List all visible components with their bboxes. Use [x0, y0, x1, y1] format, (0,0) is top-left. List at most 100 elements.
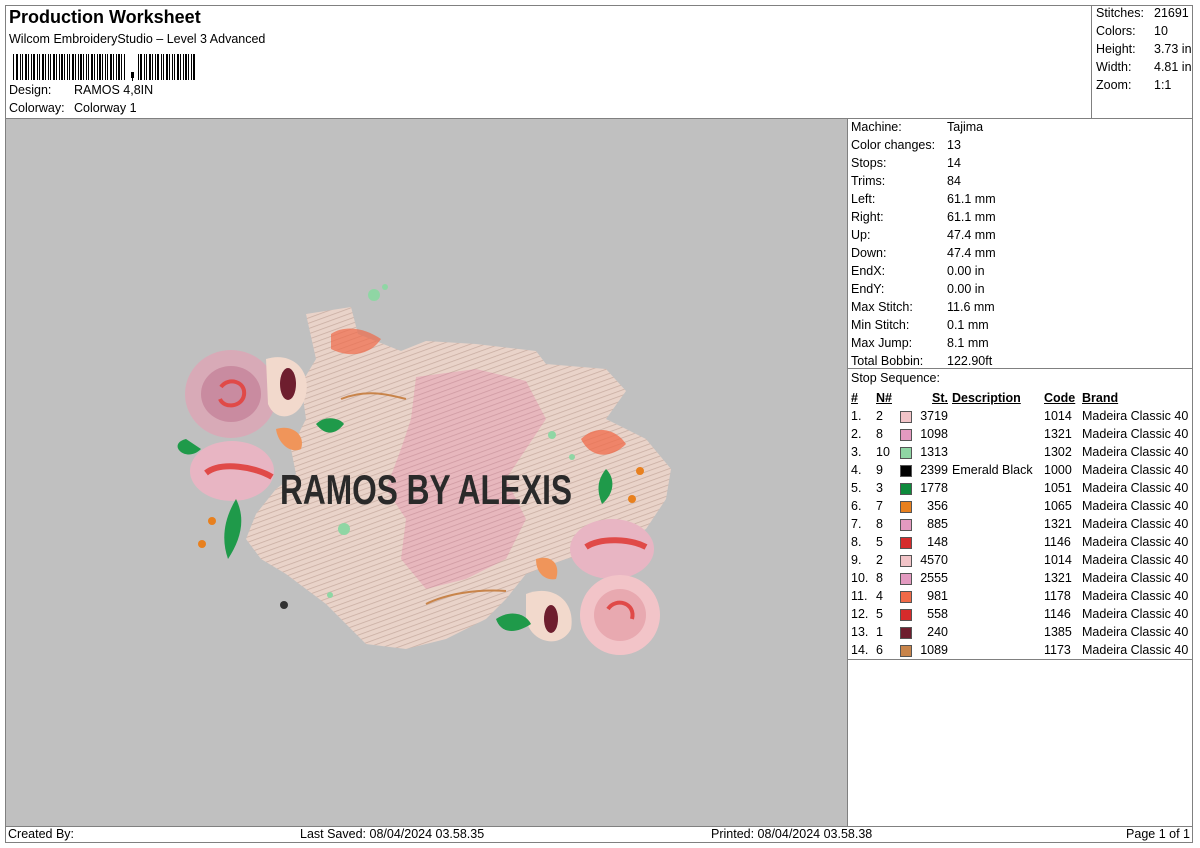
row-stitches-cell: 3719: [900, 407, 952, 425]
row-stitches-cell: 558: [900, 605, 952, 623]
row-num: 4.: [851, 462, 862, 477]
info-row: Machine: Tajima: [851, 119, 1191, 137]
row-code: 1014: [1044, 408, 1072, 423]
row-num: 2.: [851, 426, 862, 441]
info-value: 11.6 mm: [947, 300, 995, 314]
barcode-image: [13, 54, 195, 81]
page-number: Page 1 of 1: [1126, 827, 1190, 841]
machine-info-panel: Machine: Tajima Color changes: 13 Stops: 14…: [851, 119, 1191, 371]
stat-colors: Colors: 10: [1096, 24, 1168, 38]
info-label: Max Jump:: [851, 336, 913, 350]
color-swatch-icon: [900, 608, 912, 621]
info-value: 122.90ft: [947, 354, 993, 368]
splash-dot: [338, 523, 350, 535]
table-row: 1. 2 3719 1014 Madeira Classic 40: [849, 407, 1192, 425]
stray-stitch: [280, 601, 288, 609]
info-row: Trims: 84: [851, 173, 1191, 191]
info-row: Up: 47.4 mm: [851, 227, 1191, 245]
info-value: 47.4 mm: [947, 228, 996, 242]
row-brand: Madeira Classic 40: [1082, 642, 1189, 657]
splash-dot: [327, 592, 333, 598]
info-row: Max Stitch: 11.6 mm: [851, 299, 1191, 317]
table-row: 14. 6 1089 1173 Madeira Classic 40: [849, 641, 1192, 659]
row-description: [952, 515, 1044, 533]
color-swatch-icon: [900, 500, 912, 513]
color-swatch-icon: [900, 536, 912, 549]
stat-stitches: Stitches: 21691: [1096, 6, 1189, 20]
stat-value: 3.73 in: [1154, 42, 1192, 56]
splash-dot: [548, 431, 556, 439]
table-row: 8. 5 148 1146 Madeira Classic 40: [849, 533, 1192, 551]
row-brand: Madeira Classic 40: [1082, 570, 1189, 585]
row-description: [952, 479, 1044, 497]
row-stitches: 4570: [920, 552, 948, 567]
info-row: Left: 61.1 mm: [851, 191, 1191, 209]
table-row: 4. 9 2399 Emerald Black 1000 Madeira Classic …: [849, 461, 1192, 479]
last-saved: Last Saved: 08/04/2024 03.58.35: [300, 827, 485, 841]
info-value: 13: [947, 138, 961, 152]
row-description: [952, 533, 1044, 551]
design-label: Design:: [9, 83, 52, 97]
info-label: Machine:: [851, 120, 902, 134]
row-brand: Madeira Classic 40: [1082, 606, 1189, 621]
colorway-row: Colorway: Colorway 1: [9, 101, 137, 115]
col-num: #: [851, 390, 858, 405]
row-num: 8.: [851, 534, 862, 549]
row-brand: Madeira Classic 40: [1082, 498, 1189, 513]
info-label: Stops:: [851, 156, 887, 170]
row-needle: 4: [876, 588, 883, 603]
row-code: 1321: [1044, 426, 1072, 441]
row-needle: 8: [876, 516, 883, 531]
row-stitches: 2555: [920, 570, 948, 585]
row-stitches: 1089: [920, 642, 948, 657]
stat-value: 4.81 in: [1154, 60, 1192, 74]
color-swatch-icon: [900, 644, 912, 657]
table-row: 10. 8 2555 1321 Madeira Classic 40: [849, 569, 1192, 587]
info-row: Down: 47.4 mm: [851, 245, 1191, 263]
software-subtitle: Wilcom EmbroideryStudio – Level 3 Advanc…: [9, 32, 266, 46]
stat-zoom: Zoom: 1:1: [1096, 78, 1171, 92]
info-value: 0.00 in: [947, 264, 985, 278]
row-brand: Madeira Classic 40: [1082, 426, 1189, 441]
info-row: Min Stitch: 0.1 mm: [851, 317, 1191, 335]
row-num: 14.: [851, 642, 869, 657]
col-description: Description: [952, 390, 1021, 405]
table-row: 6. 7 356 1065 Madeira Classic 40: [849, 497, 1192, 515]
row-description: [952, 605, 1044, 623]
color-swatch-icon: [900, 464, 912, 477]
stat-label: Width:: [1096, 60, 1132, 74]
row-code: 1065: [1044, 498, 1072, 513]
row-stitches-cell: 356: [900, 497, 952, 515]
stat-value: 1:1: [1154, 78, 1172, 92]
design-preview: RAMOS BY ALEXIS: [6, 119, 847, 826]
row-code: 1385: [1044, 624, 1072, 639]
info-row: Color changes: 13: [851, 137, 1191, 155]
info-value: 84: [947, 174, 961, 188]
panel-divider: [847, 118, 848, 826]
row-num: 7.: [851, 516, 862, 531]
row-stitches-cell: 981: [900, 587, 952, 605]
info-value: 8.1 mm: [947, 336, 989, 350]
table-row: 12. 5 558 1146 Madeira Classic 40: [849, 605, 1192, 623]
row-code: 1051: [1044, 480, 1072, 495]
stats-panel: Stitches: 21691 Colors: 10 Height: 3.73 in …: [1091, 5, 1194, 118]
row-needle: 5: [876, 534, 883, 549]
row-code: 1302: [1044, 444, 1072, 459]
row-description: Emerald Black: [952, 462, 1033, 477]
created-by: Created By:: [8, 827, 75, 841]
table-row: 5. 3 1778 1051 Madeira Classic 40: [849, 479, 1192, 497]
row-num: 9.: [851, 552, 862, 567]
row-stitches: 2399: [920, 462, 948, 477]
info-label: Up:: [851, 228, 871, 242]
row-stitches: 558: [927, 606, 948, 621]
row-description: [952, 443, 1044, 461]
row-description: [952, 425, 1044, 443]
row-stitches-cell: 2555: [900, 569, 952, 587]
colorway-value: Colorway 1: [74, 101, 137, 115]
table-row: 3. 10 1313 1302 Madeira Classic 40: [849, 443, 1192, 461]
design-value: RAMOS 4,8IN: [74, 83, 154, 97]
row-code: 1000: [1044, 462, 1072, 477]
color-swatch-icon: [900, 410, 912, 423]
row-code: 1014: [1044, 552, 1072, 567]
row-num: 1.: [851, 408, 862, 423]
